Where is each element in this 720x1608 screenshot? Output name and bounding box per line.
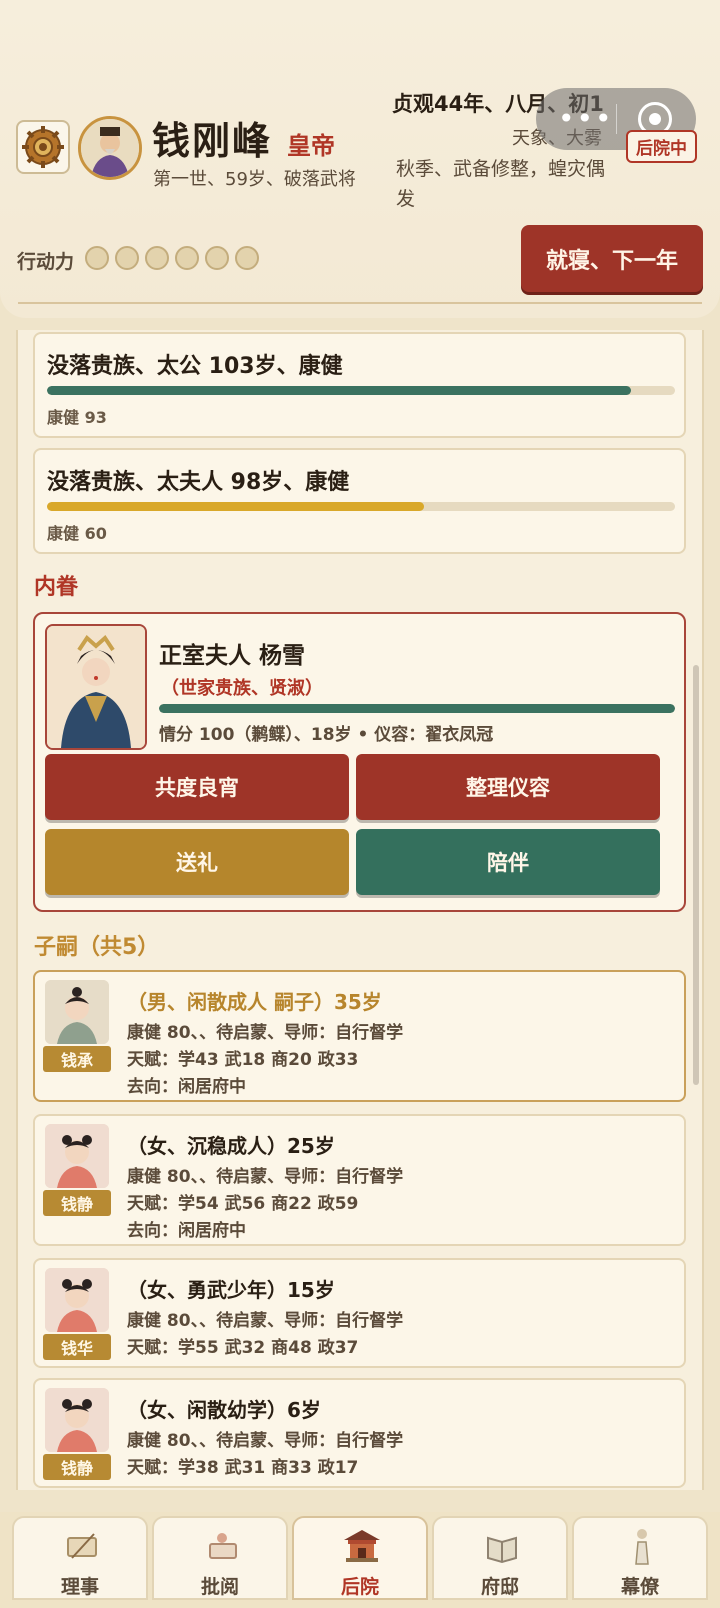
nav-label: 府邸 (480, 1576, 519, 1598)
nav-tab-backyard[interactable]: 后院 (292, 1516, 428, 1600)
child-card[interactable]: 钱华 （女、勇武少年）15岁 康健 80、、待启蒙、导师：自行督学 天赋：学55… (33, 1258, 686, 1368)
elder-card[interactable]: 没落贵族、太夫人 98岁、康健 康健 60 (33, 448, 686, 554)
children-section-title: 子嗣（共5） (34, 935, 160, 960)
child-name-tag: 钱静 (43, 1190, 111, 1216)
spouse-portrait[interactable] (45, 624, 147, 750)
child-health: 康健 80、、待启蒙、导师：自行督学 (127, 1023, 404, 1043)
child-card[interactable]: 钱静 （女、闲散幼学）6岁 康健 80、、待启蒙、导师：自行督学 天赋：学38 … (33, 1378, 686, 1488)
nav-label: 理事 (60, 1576, 99, 1598)
child-name-tag: 钱华 (43, 1334, 111, 1360)
child-destination: 去向：闲居府中 (127, 1077, 246, 1097)
nav-tab-affairs[interactable]: 理事 (12, 1516, 148, 1600)
nav-tab-review[interactable]: 批阅 (152, 1516, 288, 1600)
girl-portrait-icon (45, 1388, 109, 1452)
child-talent: 天赋：学38 武31 商33 政17 (127, 1458, 359, 1478)
child-talent: 天赋：学55 武32 商48 政37 (127, 1338, 359, 1358)
player-subinfo: 第一世、59岁、破落武将 (153, 169, 356, 190)
child-title: （男、闲散成人 嗣子）35岁 (127, 990, 382, 1014)
elder-card[interactable]: 没落贵族、太公 103岁、康健 康健 93 (33, 332, 686, 438)
capsule-divider (616, 104, 617, 134)
accompany-button[interactable]: 陪伴 (356, 829, 660, 895)
nav-tab-advisors[interactable]: 幕僚 (572, 1516, 708, 1600)
child-title: （女、勇武少年）15岁 (127, 1278, 335, 1302)
affection-bar-fill (159, 704, 675, 713)
child-card[interactable]: 钱承 （男、闲散成人 嗣子）35岁 康健 80、、待启蒙、导师：自行督学 天赋：… (33, 970, 686, 1102)
girl-portrait-icon (45, 1124, 109, 1188)
book-icon (487, 1536, 517, 1564)
player-avatar[interactable] (78, 116, 142, 180)
child-card[interactable]: 钱静 （女、沉稳成人）25岁 康健 80、、待启蒙、导师：自行督学 天赋：学54… (33, 1114, 686, 1246)
nav-label: 后院 (340, 1576, 379, 1598)
action-points-label: 行动力 (17, 251, 75, 273)
health-bar-fill (47, 502, 424, 511)
emperor-portrait-icon (81, 119, 139, 177)
child-avatar (45, 1388, 109, 1452)
spouse-section-title: 内眷 (34, 575, 79, 600)
player-rank: 皇帝 (287, 132, 335, 160)
header-divider (18, 302, 702, 304)
spend-night-button[interactable]: 共度良宵 (45, 754, 349, 820)
child-talent: 天赋：学43 武18 商20 政33 (127, 1050, 359, 1070)
child-avatar (45, 1268, 109, 1332)
action-points-dots (85, 246, 259, 270)
health-bar-fill (47, 386, 632, 395)
affection-bar (159, 704, 675, 713)
nav-tab-mansion[interactable]: 府邸 (432, 1516, 568, 1600)
child-health: 康健 80、、待启蒙、导师：自行督学 (127, 1431, 404, 1451)
document-icon (209, 1533, 237, 1559)
health-bar (47, 502, 675, 511)
child-title: （女、闲散幼学）6岁 (127, 1398, 321, 1422)
elder-title: 没落贵族、太公 103岁、康健 (47, 354, 343, 379)
spouse-name: 正室夫人 杨雪 (159, 643, 306, 669)
nav-label: 幕僚 (620, 1576, 659, 1598)
child-destination: 去向：闲居府中 (127, 1221, 246, 1241)
action-point-dot (175, 246, 199, 270)
season-events: 秋季、武备修整，蝗灾偶发 (396, 158, 606, 210)
child-health: 康健 80、、待启蒙、导师：自行督学 (127, 1167, 404, 1187)
action-point-dot (85, 246, 109, 270)
scrollbar-thumb[interactable] (693, 665, 699, 1085)
top-status-header: 钱刚峰 皇帝 第一世、59岁、破落武将 贞观44年、八月、初1 天象、大雾 秋季… (0, 0, 720, 318)
advisor-icon (635, 1529, 649, 1565)
location-badge: 后院中 (626, 130, 697, 163)
child-name-tag: 钱静 (43, 1454, 111, 1480)
next-year-button[interactable]: 就寝、下一年 (521, 225, 703, 292)
action-point-dot (205, 246, 229, 270)
groom-button[interactable]: 整理仪容 (356, 754, 660, 820)
health-label: 康健 93 (47, 408, 107, 427)
boy-portrait-icon (45, 980, 109, 1044)
spouse-trait: （世家贵族、贤淑） (161, 678, 323, 699)
girl-portrait-icon (45, 1268, 109, 1332)
health-label: 康健 60 (47, 524, 107, 543)
child-talent: 天赋：学54 武56 商22 政59 (127, 1194, 359, 1214)
spouse-stats: 情分 100（鹣鲽）、18岁 • 仪容：翟衣凤冠 (159, 725, 494, 745)
action-point-dot (145, 246, 169, 270)
action-point-dot (115, 246, 139, 270)
player-name: 钱刚峰 (152, 119, 273, 163)
child-health: 康健 80、、待启蒙、导师：自行督学 (127, 1311, 404, 1331)
consort-portrait-icon (47, 626, 145, 748)
elder-title: 没落贵族、太夫人 98岁、康健 (47, 470, 350, 495)
spouse-card: 正室夫人 杨雪 （世家贵族、贤淑） 情分 100（鹣鲽）、18岁 • 仪容：翟衣… (33, 612, 686, 912)
settings-button[interactable] (16, 120, 70, 174)
gear-icon (22, 126, 64, 168)
gift-button[interactable]: 送礼 (45, 829, 349, 895)
nav-label: 批阅 (200, 1576, 239, 1598)
child-name-tag: 钱承 (43, 1046, 111, 1072)
child-avatar (45, 1124, 109, 1188)
health-bar (47, 386, 675, 395)
pavilion-icon (344, 1530, 380, 1562)
bottom-navigation: 理事 批阅 后院 府邸 幕僚 (0, 1512, 720, 1608)
action-point-dot (235, 246, 259, 270)
child-title: （女、沉稳成人）25岁 (127, 1134, 335, 1158)
more-menu-icon[interactable]: ••• (558, 102, 614, 135)
scroll-icon (67, 1533, 97, 1559)
child-avatar (45, 980, 109, 1044)
